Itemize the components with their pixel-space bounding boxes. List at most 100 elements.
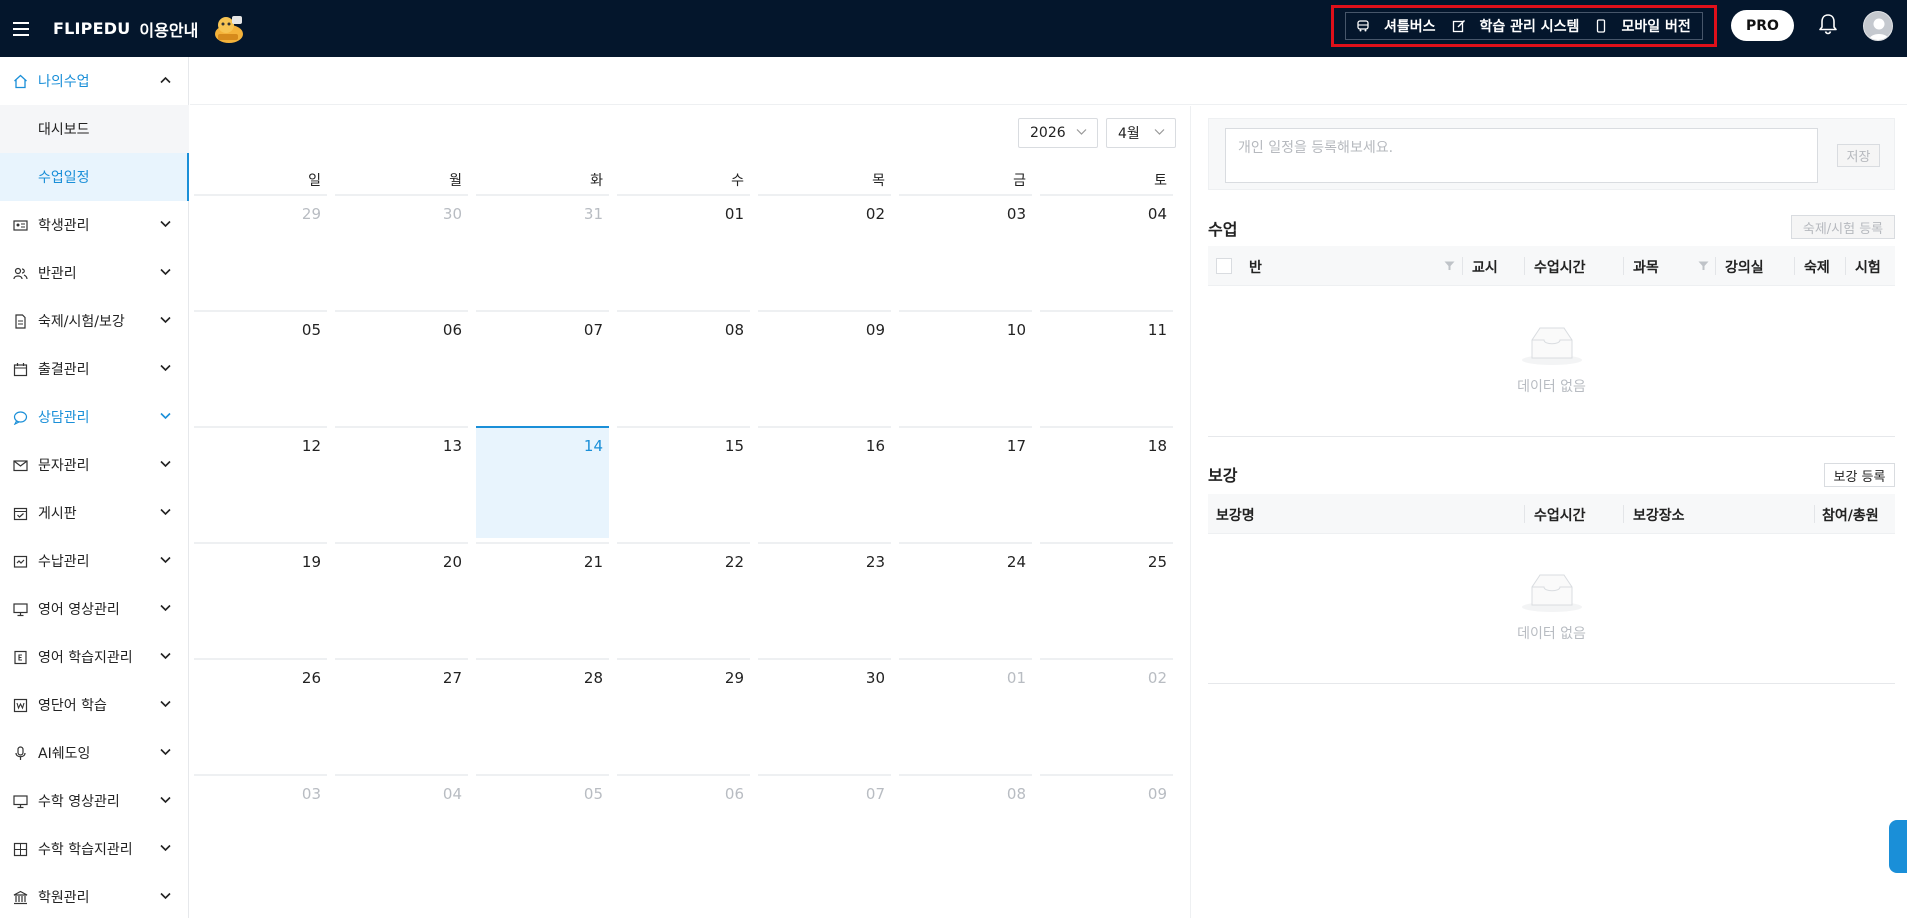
sidebar-item-academy[interactable]: 학원관리 xyxy=(0,873,189,921)
guide-link[interactable]: 이용안내 xyxy=(139,17,198,41)
column-divider xyxy=(1794,257,1795,275)
column-divider xyxy=(1524,505,1525,523)
calendar-day[interactable]: 06 xyxy=(617,774,750,886)
calendar-day[interactable]: 05 xyxy=(194,310,327,422)
calendar-day[interactable]: 12 xyxy=(194,426,327,538)
calendar-day[interactable]: 17 xyxy=(899,426,1032,538)
feedback-tab[interactable] xyxy=(1889,820,1907,873)
sidebar-item-english-video[interactable]: 영어 영상관리 xyxy=(0,585,189,633)
col-subject[interactable]: 과목 xyxy=(1633,257,1659,277)
calendar-day[interactable]: 07 xyxy=(476,310,609,422)
sidebar-item-vocabulary[interactable]: 영단어 학습 xyxy=(0,681,189,729)
month-value: 4월 xyxy=(1118,126,1140,142)
calendar-day[interactable]: 21 xyxy=(476,542,609,654)
sidebar-item-class-schedule[interactable]: 수업일정 xyxy=(0,153,189,201)
calendar-day[interactable]: 09 xyxy=(1040,774,1173,886)
calendar-day[interactable]: 25 xyxy=(1040,542,1173,654)
calendar-day[interactable]: 28 xyxy=(476,658,609,770)
day-number: 20 xyxy=(442,553,462,571)
register-makeup-button[interactable]: 보강 등록 xyxy=(1824,463,1895,487)
calendar-day-today[interactable]: 14 xyxy=(476,426,609,538)
mobile-version-link[interactable]: 모바일 버전 xyxy=(1595,16,1691,36)
sidebar-item-students[interactable]: 학생관리 xyxy=(0,201,189,249)
year-value: 2026 xyxy=(1030,125,1066,141)
avatar[interactable] xyxy=(1863,11,1893,41)
filter-icon[interactable] xyxy=(1698,261,1709,271)
sidebar-item-counseling[interactable]: 상담관리 xyxy=(0,393,189,441)
col-class[interactable]: 반 xyxy=(1249,257,1262,277)
calendar-day[interactable]: 10 xyxy=(899,310,1032,422)
calendar-day[interactable]: 24 xyxy=(899,542,1032,654)
empty-text: 데이터 없음 xyxy=(1517,379,1586,395)
personal-memo-box: 개인 일정을 등록해보세요. 저장 xyxy=(1208,118,1895,190)
menu-icon[interactable] xyxy=(13,21,35,37)
sidebar-item-messages[interactable]: 문자관리 xyxy=(0,441,189,489)
calendar-day[interactable]: 18 xyxy=(1040,426,1173,538)
calendar-day[interactable]: 22 xyxy=(617,542,750,654)
bell-icon[interactable] xyxy=(1818,13,1838,35)
personal-schedule-input[interactable]: 개인 일정을 등록해보세요. xyxy=(1225,128,1818,183)
divider xyxy=(1208,683,1895,684)
sidebar-item-dashboard[interactable]: 대시보드 xyxy=(0,105,189,153)
brand-logo[interactable]: FLIPEDU xyxy=(53,19,130,38)
month-select[interactable]: 4월 xyxy=(1106,118,1176,148)
register-homework-test-button[interactable]: 숙제/시험 등록 xyxy=(1791,215,1895,239)
calendar-day[interactable]: 08 xyxy=(899,774,1032,886)
sidebar-item-math-video[interactable]: 수학 영상관리 xyxy=(0,777,189,825)
sidebar-item-label: 수납관리 xyxy=(38,554,90,570)
sidebar-item-homework[interactable]: 숙제/시험/보강 xyxy=(0,297,189,345)
calendar-day[interactable]: 05 xyxy=(476,774,609,886)
calendar-day[interactable]: 11 xyxy=(1040,310,1173,422)
day-number: 05 xyxy=(583,785,603,803)
calendar-day[interactable]: 02 xyxy=(1040,658,1173,770)
year-select[interactable]: 2026 xyxy=(1018,118,1098,148)
calendar-day[interactable]: 03 xyxy=(899,194,1032,306)
calendar-day[interactable]: 29 xyxy=(194,194,327,306)
calendar-day[interactable]: 01 xyxy=(617,194,750,306)
calendar-day[interactable]: 04 xyxy=(1040,194,1173,306)
col-test: 시험 xyxy=(1855,260,1881,276)
sidebar-item-ai-shadowing[interactable]: AI쉐도잉 xyxy=(0,729,189,777)
calendar-day[interactable]: 16 xyxy=(758,426,891,538)
calendar-day[interactable]: 08 xyxy=(617,310,750,422)
calendar-day[interactable]: 07 xyxy=(758,774,891,886)
calendar-day[interactable]: 01 xyxy=(899,658,1032,770)
calendar-day[interactable]: 04 xyxy=(335,774,468,886)
sidebar-item-math-worksheet[interactable]: 수학 학습지관리 xyxy=(0,825,189,873)
filter-icon[interactable] xyxy=(1444,261,1455,271)
calendar-day[interactable]: 30 xyxy=(758,658,891,770)
day-number: 02 xyxy=(865,205,885,223)
sidebar-item-english-worksheet[interactable]: 영어 학습지관리 xyxy=(0,633,189,681)
calendar-day[interactable]: 02 xyxy=(758,194,891,306)
sidebar-item-label: 학원관리 xyxy=(38,890,90,906)
calendar-day[interactable]: 03 xyxy=(194,774,327,886)
select-all-checkbox[interactable] xyxy=(1216,258,1232,274)
day-number: 29 xyxy=(724,669,744,687)
calendar-day[interactable]: 13 xyxy=(335,426,468,538)
calendar-day[interactable]: 27 xyxy=(335,658,468,770)
calendar-day[interactable]: 31 xyxy=(476,194,609,306)
calendar-day[interactable]: 19 xyxy=(194,542,327,654)
day-number: 06 xyxy=(724,785,744,803)
column-divider xyxy=(1814,505,1815,523)
lms-link[interactable]: 학습 관리 시스템 xyxy=(1452,16,1579,36)
calendar-day[interactable]: 15 xyxy=(617,426,750,538)
calendar-day[interactable]: 30 xyxy=(335,194,468,306)
sidebar-item-classes[interactable]: 반관리 xyxy=(0,249,189,297)
day-number: 10 xyxy=(1006,321,1026,339)
save-button[interactable]: 저장 xyxy=(1837,144,1880,167)
shuttle-bus-link[interactable]: 셔틀버스 xyxy=(1356,16,1436,36)
quicklinks-highlight: 셔틀버스 학습 관리 시스템 모바일 버전 xyxy=(1331,5,1717,47)
calendar-day[interactable]: 06 xyxy=(335,310,468,422)
calendar-day[interactable]: 23 xyxy=(758,542,891,654)
calendar-day[interactable]: 20 xyxy=(335,542,468,654)
content-header xyxy=(190,57,1907,105)
calendar-day[interactable]: 26 xyxy=(194,658,327,770)
sidebar-item-payments[interactable]: 수납관리 xyxy=(0,537,189,585)
calendar-day[interactable]: 29 xyxy=(617,658,750,770)
sidebar-item-my-class[interactable]: 나의수업 xyxy=(0,57,189,105)
sidebar-item-attendance[interactable]: 출결관리 xyxy=(0,345,189,393)
calendar-day[interactable]: 09 xyxy=(758,310,891,422)
pro-button[interactable]: PRO xyxy=(1731,10,1794,41)
sidebar-item-board[interactable]: 게시판 xyxy=(0,489,189,537)
